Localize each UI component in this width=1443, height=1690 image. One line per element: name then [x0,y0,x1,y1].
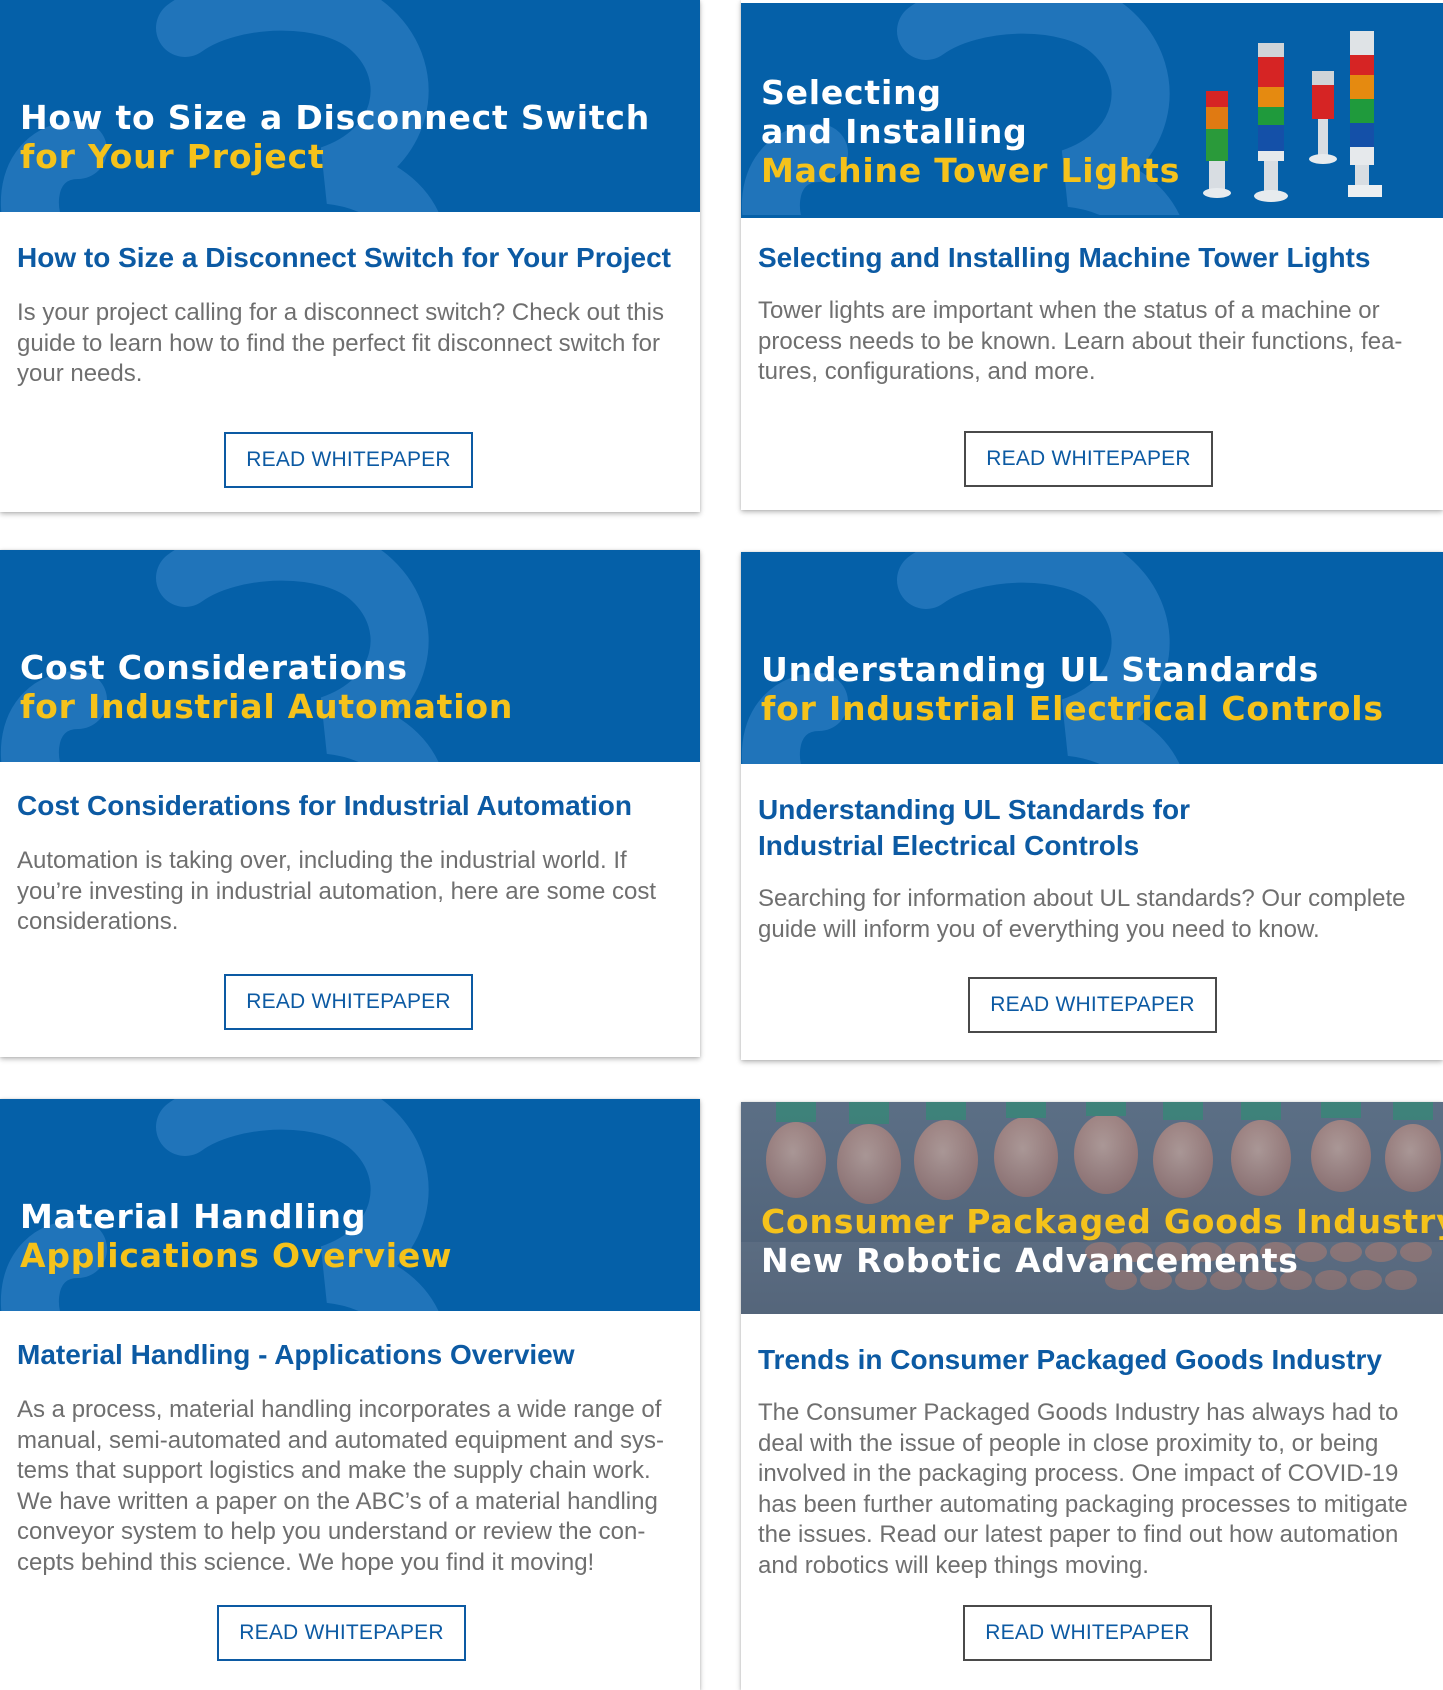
card-description: As a process, material handling incorpor… [17,1396,665,1576]
card-banner[interactable]: Cost Considerations for Industrial Autom… [0,550,700,762]
card-title[interactable]: How to Size a Disconnect Switch for Your… [17,240,686,276]
card-title[interactable]: Trends in Consumer Packaged Goods Indust… [758,1342,1429,1378]
card-description: The Consumer Packaged Goods Industry has… [758,1399,1408,1579]
read-whitepaper-button[interactable]: READ WHITEPAPER [963,1605,1212,1661]
banner-heading: Material Handling Applications Overview [20,1197,453,1275]
read-whitepaper-button[interactable]: READ WHITEPAPER [224,432,473,488]
whitepaper-card-consumer-packaged-goods: Consumer Packaged Goods Industry New Rob… [741,1102,1443,1690]
card-banner[interactable]: Consumer Packaged Goods Industry New Rob… [741,1102,1443,1314]
card-banner[interactable]: How to Size a Disconnect Switch for Your… [0,0,700,212]
read-whitepaper-button[interactable]: READ WHITEPAPER [968,977,1217,1033]
card-description: Is your project calling for a disconnect… [17,299,664,387]
read-whitepaper-button[interactable]: READ WHITEPAPER [217,1605,466,1661]
card-title[interactable]: Selecting and Installing Machine Tower L… [758,240,1429,276]
banner-heading: Selecting and Installing Machine Tower L… [761,73,1181,190]
whitepaper-card-disconnect-switch: How to Size a Disconnect Switch for Your… [0,0,700,512]
card-title[interactable]: Material Handling - Applications Overvie… [17,1337,686,1373]
whitepaper-card-material-handling: Material Handling Applications Overview … [0,1099,700,1690]
card-banner[interactable]: Understanding UL Standards for Industria… [741,552,1443,764]
banner-heading: Consumer Packaged Goods Industry New Rob… [761,1202,1443,1280]
card-description: Searching for information about UL stand… [758,885,1406,943]
card-description: Automation is taking over, including the… [17,847,656,935]
card-description: Tower lights are important when the stat… [758,297,1403,385]
banner-heading: Understanding UL Standards for Industria… [761,650,1384,728]
whitepaper-card-ul-standards: Understanding UL Standards for Industria… [741,552,1443,1060]
tower-lights-image [1203,31,1382,202]
card-title[interactable]: Understanding UL Standards for Industria… [758,792,1263,864]
card-title[interactable]: Cost Considerations for Industrial Autom… [17,788,686,824]
banner-heading: Cost Considerations for Industrial Autom… [20,648,514,726]
whitepaper-card-tower-lights: Selecting and Installing Machine Tower L… [741,0,1443,510]
banner-heading: How to Size a Disconnect Switch for Your… [20,98,651,176]
card-banner[interactable]: Material Handling Applications Overview [0,1099,700,1311]
whitepaper-card-cost-considerations: Cost Considerations for Industrial Autom… [0,550,700,1057]
read-whitepaper-button[interactable]: READ WHITEPAPER [224,974,473,1030]
read-whitepaper-button[interactable]: READ WHITEPAPER [964,431,1213,487]
card-banner[interactable]: Selecting and Installing Machine Tower L… [741,3,1443,218]
